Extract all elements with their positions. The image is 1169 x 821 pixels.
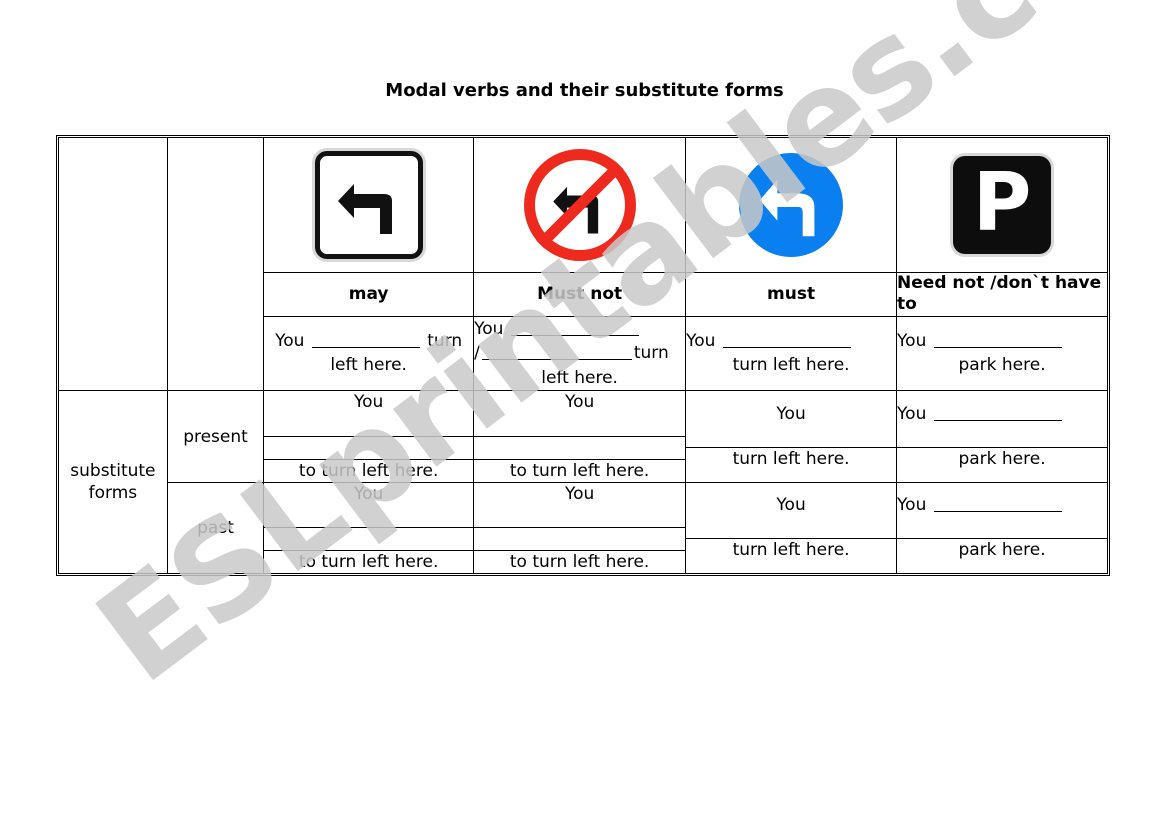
sentence-prefix: You [897, 330, 927, 351]
fill-blank[interactable] [722, 331, 851, 348]
turn-left-mandatory-sign-icon [739, 153, 844, 257]
sentence-cell-need-not: You park here. [896, 315, 1108, 392]
sentence-line-2: left here. [330, 355, 407, 376]
table-row-present: substitute forms present You to turn lef… [58, 390, 1108, 574]
sentence-prefix: You [275, 330, 305, 351]
sentence-tail: turn left here. [732, 449, 850, 470]
past-line-1: You [897, 494, 1107, 516]
fill-blank[interactable] [897, 425, 1107, 449]
past-cell-may: You to turn left here. [263, 481, 475, 574]
table-row-past: past You to turn left here. You to turn … [59, 481, 1108, 574]
fill-blank[interactable] [933, 495, 1062, 513]
sentence-line-2: park here. [958, 355, 1046, 376]
cell-sign-may [263, 137, 475, 273]
modal-verbs-table: P may Must not must Need not /don`t have… [56, 135, 1110, 576]
past-cell-must: You turn left here. [685, 481, 898, 574]
cell-empty-tense-top [166, 136, 265, 392]
present-line-1: You [897, 403, 1107, 425]
fill-blank[interactable] [264, 414, 474, 437]
cell-sign-must-not [473, 137, 687, 273]
parking-glyph: P [972, 156, 1032, 249]
sign-wrap-must-not [474, 138, 685, 272]
fill-blank[interactable] [264, 505, 474, 528]
subject-word: You [897, 495, 927, 516]
sentence-suffix: turn [633, 343, 669, 364]
sentence-cell-may: You turn left here. [263, 315, 475, 392]
row-label-past: past [166, 481, 265, 574]
left-turn-permitted-sign-icon [314, 151, 423, 259]
sign-wrap-must [686, 138, 896, 272]
present-cell-must: You turn left here. [685, 390, 898, 483]
sentence-line-2: / turn [474, 341, 685, 366]
fill-blank[interactable] [510, 318, 639, 336]
row-label-present: present [166, 390, 265, 483]
sentence-line-1: You [686, 329, 896, 354]
sentence-line-2: turn left here. [732, 355, 850, 376]
table-row-signs: P [58, 136, 1108, 392]
fill-blank[interactable] [474, 505, 686, 528]
sentence-suffix: turn [427, 330, 463, 351]
modal-label-need-not: Need not /don`t have to [896, 272, 1108, 317]
fill-blank[interactable] [933, 331, 1062, 348]
row-label-substitute-forms: substitute forms [58, 390, 168, 574]
sentence-line-3: left here. [541, 367, 618, 388]
fill-blank[interactable] [686, 425, 897, 449]
subject-word: You [897, 403, 927, 424]
subject-word: You [564, 483, 595, 504]
sentence-tail: park here. [958, 540, 1046, 561]
present-cell-need-not: You park here. [896, 390, 1108, 483]
present-cell-must-not: You to turn left here. [473, 390, 687, 483]
cell-sign-parking: P [896, 137, 1108, 273]
past-cell-must-not: You to turn left here. [473, 481, 687, 574]
fill-blank[interactable] [686, 516, 897, 540]
fill-blank[interactable] [474, 528, 686, 551]
sentence-tail: to turn left here. [509, 551, 650, 572]
sentence-cell-must-not: You / turn left here. [473, 315, 687, 392]
fill-blank[interactable] [933, 404, 1062, 421]
sentence-tail: to turn left here. [298, 460, 439, 481]
fill-blank[interactable] [481, 343, 632, 361]
sentence-cell-must: You turn left here. [685, 315, 898, 392]
sentence-line-1: You [474, 317, 685, 342]
sentence-tail: park here. [958, 449, 1046, 470]
fill-blank[interactable] [474, 414, 686, 437]
modal-label-may: may [263, 272, 475, 317]
fill-blank[interactable] [264, 437, 474, 460]
cell-sign-must [685, 137, 898, 273]
cell-empty-label-top [58, 136, 168, 392]
fill-blank[interactable] [311, 331, 420, 348]
sign-wrap-parking: P [897, 138, 1107, 272]
sentence-prefix: You [686, 330, 716, 351]
sentence-prefix: You [474, 318, 504, 339]
fill-blank[interactable] [897, 516, 1107, 540]
sign-wrap-may [264, 138, 473, 272]
fill-blank[interactable] [264, 528, 474, 551]
sentence-tail: to turn left here. [298, 551, 439, 572]
modal-label-must: must [685, 272, 898, 317]
sentence-line-1: You turn [264, 329, 473, 354]
subject-word: You [353, 483, 384, 504]
no-left-turn-sign-icon [523, 149, 636, 261]
sentence-line-1: You [897, 329, 1107, 354]
sentence-tail: turn left here. [732, 540, 850, 561]
subject-word: You [776, 495, 806, 516]
page-title: Modal verbs and their substitute forms [385, 80, 784, 101]
fill-blank[interactable] [474, 437, 686, 460]
sentence-tail: to turn left here. [509, 460, 650, 481]
modal-label-must-not: Must not [473, 272, 687, 317]
present-cell-may: You to turn left here. [263, 390, 475, 483]
parking-sign-icon: P [953, 156, 1052, 254]
subject-word: You [353, 392, 384, 413]
subject-word: You [564, 392, 595, 413]
past-cell-need-not: You park here. [896, 481, 1108, 574]
subject-word: You [776, 403, 806, 424]
sentence-slash: / [474, 343, 480, 364]
